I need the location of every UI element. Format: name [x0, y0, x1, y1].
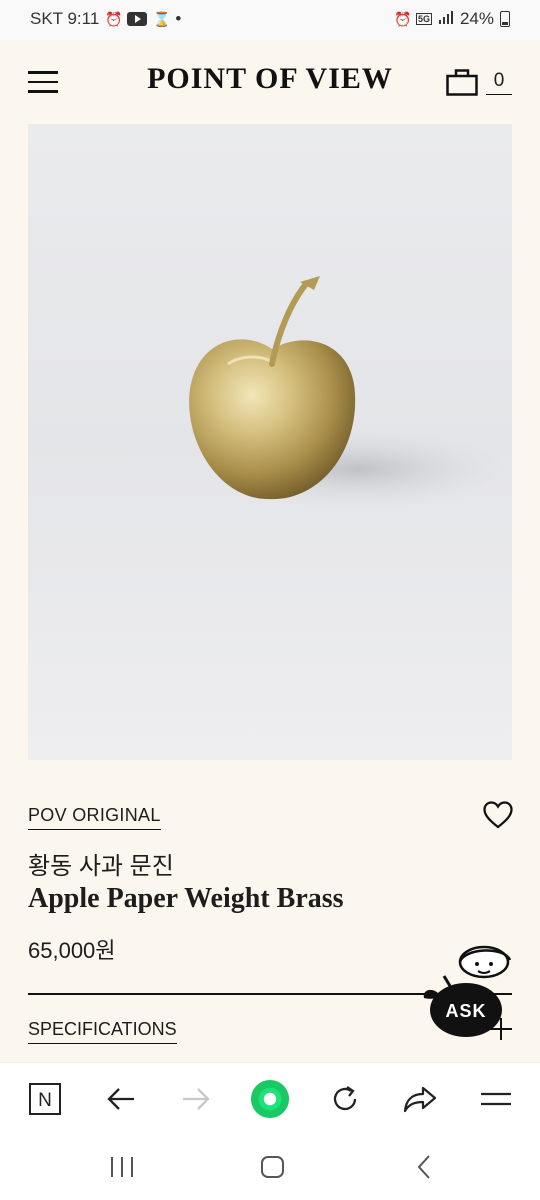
- ask-chat-button[interactable]: ASK: [420, 940, 516, 1040]
- back-arrow-icon[interactable]: [101, 1079, 141, 1119]
- notification-dot: •: [175, 9, 182, 28]
- carrier-time: SKT 9:11: [30, 9, 100, 28]
- product-name-korean: 황동 사과 문진: [28, 853, 174, 880]
- heart-icon[interactable]: [483, 801, 513, 829]
- share-icon[interactable]: [400, 1079, 440, 1119]
- cart-count[interactable]: 0: [486, 70, 512, 95]
- status-right: ⏰ 5G 24%: [394, 9, 510, 29]
- ask-label: ASK: [445, 1001, 486, 1021]
- youtube-icon: [127, 12, 148, 26]
- browser-toolbar: N: [0, 1062, 540, 1137]
- alarm-icon: ⏰: [393, 11, 412, 27]
- naver-home-letter: N: [38, 1090, 52, 1111]
- green-dot-button[interactable]: [250, 1079, 290, 1119]
- specifications-toggle[interactable]: SPECIFICATIONS: [28, 1019, 177, 1044]
- naver-home-button[interactable]: N: [25, 1079, 65, 1119]
- shopping-bag-icon[interactable]: [446, 68, 478, 96]
- product-image[interactable]: [28, 124, 512, 760]
- signal-icon: [438, 9, 454, 29]
- browser-menu-icon[interactable]: [476, 1079, 516, 1119]
- battery-icon: [500, 11, 510, 27]
- refresh-icon[interactable]: [325, 1079, 365, 1119]
- network-5g-icon: 5G: [415, 13, 432, 25]
- battery-level: 24%: [459, 9, 494, 28]
- forward-arrow-icon[interactable]: [176, 1079, 216, 1119]
- recent-apps-icon[interactable]: [107, 1152, 137, 1182]
- alarm-icon: ⏰: [105, 11, 123, 27]
- hourglass-icon: ⌛: [153, 11, 171, 27]
- home-icon[interactable]: [258, 1152, 288, 1182]
- back-nav-icon[interactable]: [410, 1152, 440, 1182]
- brand-tag-link[interactable]: POV ORIGINAL: [28, 805, 161, 830]
- status-left: SKT 9:11 ⏰ ⌛ •: [30, 9, 181, 29]
- android-nav-bar: [0, 1136, 540, 1200]
- product-name-english: Apple Paper Weight Brass: [28, 883, 344, 914]
- status-bar: SKT 9:11 ⏰ ⌛ • ⏰ 5G 24%: [0, 0, 540, 40]
- site-header: POINT OF VIEW 0: [0, 40, 540, 124]
- product-price: 65,000원: [28, 938, 116, 963]
